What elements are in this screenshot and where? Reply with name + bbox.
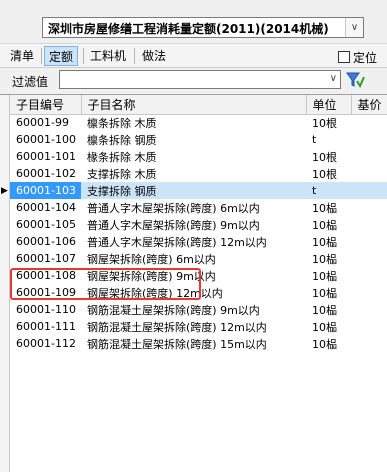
current-row-indicator-icon: ▶	[1, 186, 8, 196]
cell-price	[351, 233, 387, 250]
cell-price	[351, 267, 387, 284]
cell-name: 檩条拆除 钢质	[87, 133, 157, 147]
filter-icon[interactable]	[345, 71, 365, 89]
cell-unit: t	[306, 182, 351, 199]
cell-name: 钢屋架拆除(跨度) 12m以内	[87, 286, 223, 300]
table-row[interactable]: 60001-109 钢屋架拆除(跨度) 12m以内 10榀	[10, 284, 387, 301]
filter-input[interactable]: ∨	[59, 70, 341, 89]
cell-price	[351, 284, 387, 301]
locate-checkbox[interactable]	[338, 51, 350, 63]
table-row[interactable]: 60001-103 支撑拆除 钢质 t	[10, 182, 387, 199]
cell-price	[351, 199, 387, 216]
table-row[interactable]: 60001-99 檩条拆除 木质 10根	[10, 114, 387, 131]
cell-code: 60001-99	[16, 116, 69, 130]
locate-toggle[interactable]: 定位	[338, 48, 377, 66]
cell-unit: 10榀	[312, 320, 337, 334]
cell-code: 60001-105	[16, 218, 76, 231]
cell-name: 支撑拆除 钢质	[81, 182, 306, 199]
cell-code: 60001-106	[16, 235, 76, 248]
table-row[interactable]: 60001-112 钢筋混凝土屋架拆除(跨度) 15m以内 10榀	[10, 335, 387, 352]
row-indicator-column	[0, 95, 10, 472]
cell-price	[351, 148, 387, 165]
cell-name: 普通人字木屋架拆除(跨度) 6m以内	[87, 201, 260, 215]
column-header-code[interactable]: 子目编号	[10, 95, 82, 115]
tab-bar: 清单 定额 工料机 做法 定位	[0, 43, 387, 68]
cell-code: 60001-109	[16, 286, 76, 299]
cell-price	[351, 182, 387, 199]
cell-unit: 10根	[312, 150, 337, 164]
cell-name: 钢筋混凝土屋架拆除(跨度) 15m以内	[87, 337, 267, 351]
cell-name: 普通人字木屋架拆除(跨度) 12m以内	[87, 235, 267, 249]
tab-method[interactable]: 做法	[138, 46, 170, 66]
table-header-row: 子目编号 子目名称 单位 基价	[10, 95, 387, 115]
table-row[interactable]: 60001-105 普通人字木屋架拆除(跨度) 9m以内 10榀	[10, 216, 387, 233]
cell-unit: 10榀	[312, 269, 337, 283]
table-row[interactable]: 60001-108 钢屋架拆除(跨度) 9m以内 10榀	[10, 267, 387, 284]
tab-divider	[83, 48, 84, 64]
top-strip: 深圳市房屋修缮工程消耗量定额(2011)(2014机械) ∨	[0, 0, 387, 43]
cell-name: 檩条拆除 木质	[87, 116, 157, 130]
cell-unit: 10榀	[312, 286, 337, 300]
filter-label: 过滤值	[12, 75, 49, 89]
cell-unit: 10榀	[312, 218, 337, 232]
cell-code: 60001-102	[16, 167, 76, 180]
tab-bill[interactable]: 清单	[6, 46, 38, 66]
tab-divider	[134, 48, 135, 64]
table-row[interactable]: 60001-110 钢筋混凝土屋架拆除(跨度) 9m以内 10榀	[10, 301, 387, 318]
cell-price	[351, 114, 387, 131]
tab-divider	[41, 48, 42, 64]
cell-code: 60001-101	[16, 150, 76, 163]
cell-code: 60001-110	[16, 303, 76, 316]
cell-code: 60001-107	[16, 252, 76, 265]
cell-name: 椽条拆除 木质	[87, 150, 157, 164]
cell-code: 60001-103	[10, 182, 81, 199]
tab-quota[interactable]: 定额	[44, 46, 79, 66]
table-row[interactable]: 60001-111 钢筋混凝土屋架拆除(跨度) 12m以内 10榀	[10, 318, 387, 335]
cell-unit: 10榀	[312, 303, 337, 317]
column-header-unit[interactable]: 单位	[306, 95, 352, 115]
cell-unit: 10榀	[312, 337, 337, 351]
cell-unit: 10榀	[312, 201, 337, 215]
cell-name: 钢屋架拆除(跨度) 9m以内	[87, 269, 216, 283]
cell-code: 60001-108	[16, 269, 76, 282]
cell-name: 钢屋架拆除(跨度) 6m以内	[87, 252, 216, 266]
cell-price	[351, 165, 387, 182]
cell-code: 60001-104	[16, 201, 76, 214]
cell-name: 支撑拆除 木质	[87, 167, 157, 181]
cell-unit: 10榀	[312, 252, 337, 266]
table-row[interactable]: 60001-106 普通人字木屋架拆除(跨度) 12m以内 10榀	[10, 233, 387, 250]
cell-price	[351, 250, 387, 267]
cell-unit: 10榀	[312, 235, 337, 249]
cell-unit: 10根	[312, 116, 337, 130]
tab-materials[interactable]: 工料机	[86, 46, 130, 66]
table-row[interactable]: 60001-100 檩条拆除 钢质 t	[10, 131, 387, 148]
quota-library-value: 深圳市房屋修缮工程消耗量定额(2011)(2014机械)	[48, 22, 329, 36]
quota-grid: ▶ 子目编号 子目名称 单位 基价 60001-99 檩条拆除 木质 10根 6000…	[0, 94, 387, 472]
chevron-down-icon[interactable]: ∨	[330, 73, 337, 84]
cell-price	[351, 131, 387, 148]
cell-unit: 10根	[312, 167, 337, 181]
column-header-name[interactable]: 子目名称	[81, 95, 307, 115]
column-header-price[interactable]: 基价	[351, 95, 387, 115]
cell-price	[351, 335, 387, 352]
cell-price	[351, 216, 387, 233]
cell-price	[351, 318, 387, 335]
quota-library-select[interactable]: 深圳市房屋修缮工程消耗量定额(2011)(2014机械) ∨	[42, 17, 364, 38]
table-row[interactable]: 60001-102 支撑拆除 木质 10根	[10, 165, 387, 182]
cell-unit: t	[312, 133, 317, 146]
cell-price	[351, 301, 387, 318]
cell-name: 普通人字木屋架拆除(跨度) 9m以内	[87, 218, 260, 232]
cell-code: 60001-112	[16, 337, 76, 350]
cell-code: 60001-111	[16, 320, 76, 333]
cell-code: 60001-100	[16, 133, 76, 146]
filter-bar: 过滤值 ∨	[0, 68, 387, 93]
locate-label: 定位	[353, 50, 378, 65]
table-row[interactable]: 60001-104 普通人字木屋架拆除(跨度) 6m以内 10榀	[10, 199, 387, 216]
chevron-down-icon[interactable]: ∨	[345, 18, 363, 37]
cell-name: 钢筋混凝土屋架拆除(跨度) 9m以内	[87, 303, 260, 317]
table-row[interactable]: 60001-101 椽条拆除 木质 10根	[10, 148, 387, 165]
table-row[interactable]: 60001-107 钢屋架拆除(跨度) 6m以内 10榀	[10, 250, 387, 267]
quota-table: 子目编号 子目名称 单位 基价 60001-99 檩条拆除 木质 10根 60001-…	[10, 95, 387, 352]
cell-name: 钢筋混凝土屋架拆除(跨度) 12m以内	[87, 320, 267, 334]
